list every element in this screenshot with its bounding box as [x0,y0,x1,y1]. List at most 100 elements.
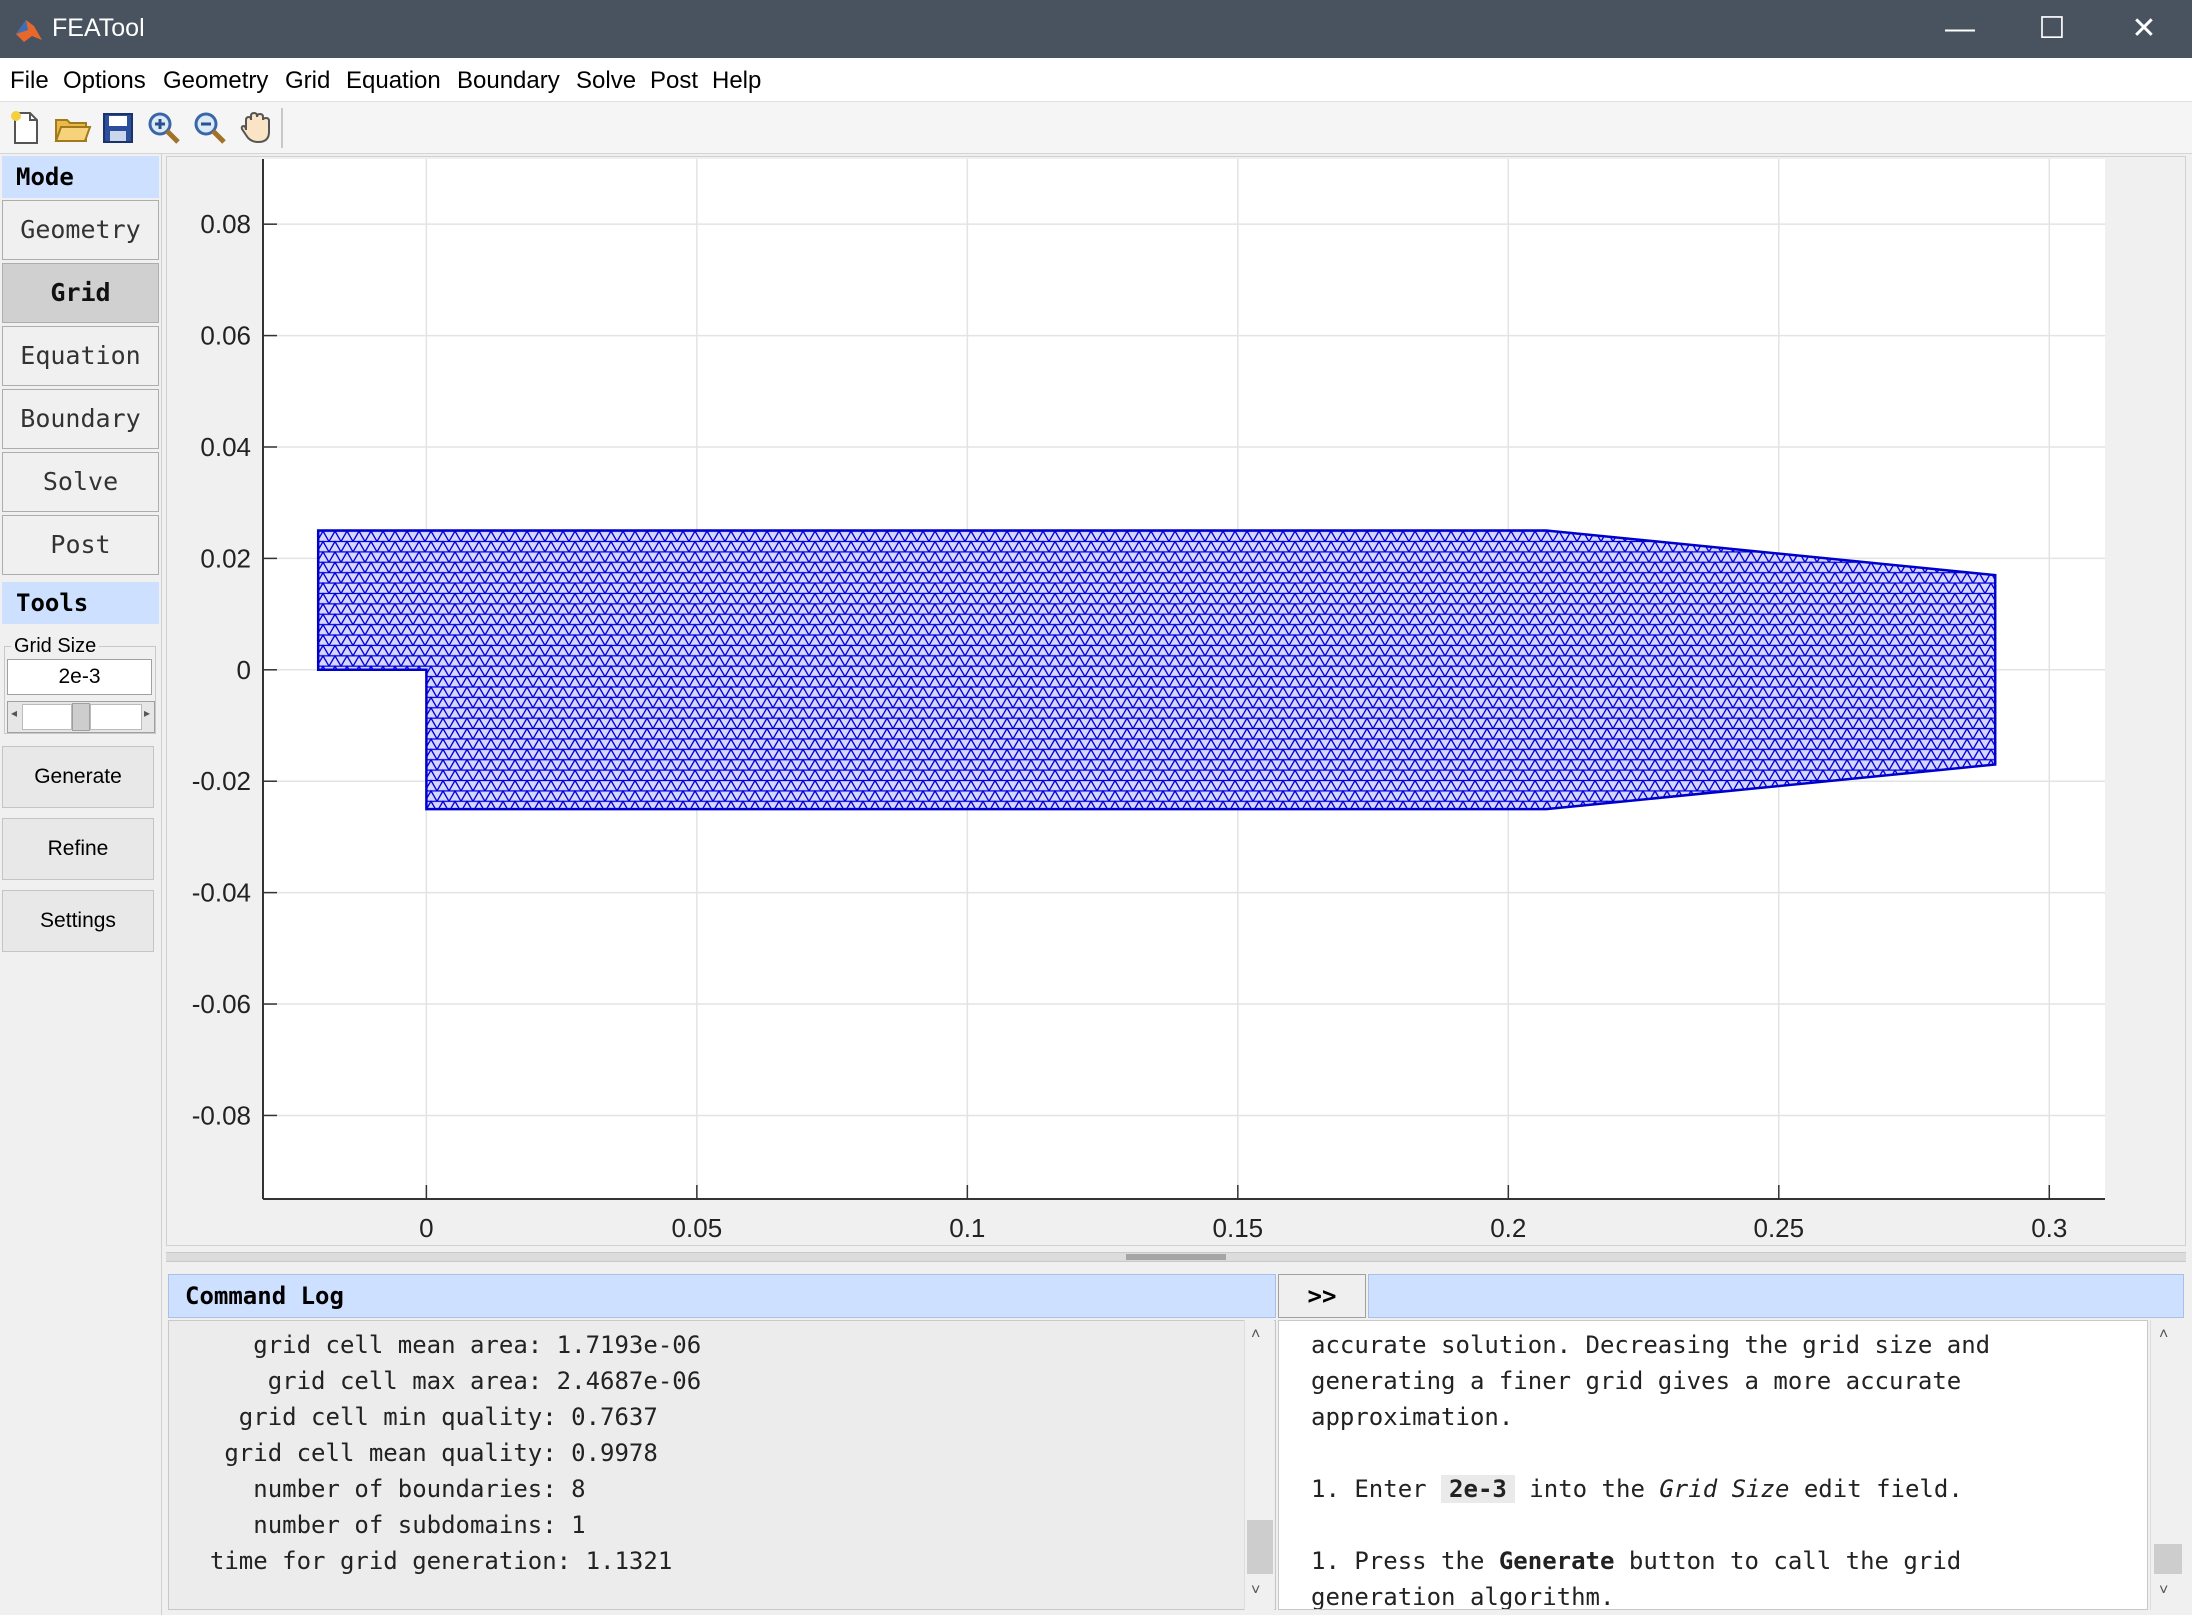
help-text: edit field. [1789,1475,1963,1503]
x-tick-label: 0.15 [1213,1213,1264,1243]
help-text: 1. Press the [1311,1547,1499,1575]
mode-solve-button[interactable]: Solve [2,452,159,512]
left-panel: Mode Geometry Grid Equation Boundary Sol… [0,154,162,1615]
slider-thumb[interactable] [72,703,90,731]
log-line: grid cell max area: 2.4687e-06 [181,1367,702,1395]
menu-file[interactable]: File [10,67,49,95]
featool-window: FEATool — ☐ ✕ File Options Geometry Grid… [0,0,2192,1615]
help-text-line: generation algorithm. [1311,1583,1615,1610]
menu-grid[interactable]: Grid [285,67,330,95]
mode-equation-button[interactable]: Equation [2,326,159,386]
pan-hand-icon[interactable] [236,108,276,148]
log-line: time for grid generation: 1.1321 [181,1547,673,1575]
y-tick-label: 0 [237,655,251,685]
help-step-generate: 1. Press the Generate button to call the… [1311,1547,1961,1575]
menu-post[interactable]: Post [650,67,698,95]
y-tick-label: 0.04 [200,432,251,462]
plot-panel: 0 0.05 0.1 0.15 0.2 0.25 0.3 0.08 0.06 0.04 0.02 0… [166,156,2186,1246]
zoom-in-icon[interactable] [144,108,184,148]
y-tick-label: -0.04 [192,878,251,908]
tools-header: Tools [2,582,159,624]
generate-button[interactable]: Generate [2,746,154,808]
toolbar-separator [281,108,283,148]
scrollbar-thumb[interactable] [1247,1520,1273,1574]
menu-help[interactable]: Help [712,67,761,95]
slider-right-arrow-icon[interactable]: ▸ [144,706,150,720]
log-line: grid cell mean area: 1.7193e-06 [181,1331,702,1359]
slider-track-right[interactable] [90,704,142,730]
menu-options[interactable]: Options [63,67,146,95]
log-line: number of subdomains: 1 [181,1511,586,1539]
y-tick-label: 0.02 [200,543,251,573]
x-tick-label: 0.25 [1753,1213,1804,1243]
command-log-body[interactable]: grid cell mean area: 1.7193e-06 grid cel… [168,1320,1276,1610]
mesh-plot[interactable]: 0 0.05 0.1 0.15 0.2 0.25 0.3 0.080.060.040.020… [167,157,2187,1247]
x-tick-label: 0.2 [1490,1213,1526,1243]
help-header [1368,1274,2184,1318]
grid-size-label: Grid Size [11,635,100,658]
grid-size-slider[interactable]: ◂ ▸ [7,701,155,733]
save-icon[interactable] [98,108,138,148]
help-bold: Generate [1498,1547,1615,1575]
y-tick-label: -0.08 [192,1100,251,1130]
help-emphasis: Grid Size [1659,1475,1790,1503]
slider-track-left[interactable] [22,704,72,730]
mode-header: Mode [2,156,159,198]
scroll-up-icon[interactable]: ˄ [2159,1326,2168,1344]
log-line: grid cell min quality: 0.7637 [181,1403,658,1431]
menu-boundary[interactable]: Boundary [457,67,560,95]
title-bar: FEATool — ☐ ✕ [0,0,2192,58]
settings-button[interactable]: Settings [2,890,154,952]
x-tick-labels: 0 0.05 0.1 0.15 0.2 0.25 0.3 [419,1213,2067,1243]
toolbar [0,102,2192,154]
mode-geometry-button[interactable]: Geometry [2,200,159,260]
zoom-out-icon[interactable] [190,108,230,148]
y-tick-label: -0.02 [192,766,251,796]
slider-left-arrow-icon[interactable]: ◂ [11,706,17,720]
minimize-button[interactable]: — [1914,0,2006,58]
expand-help-button[interactable]: >> [1278,1274,1366,1318]
help-text: button to call the grid [1614,1547,1962,1575]
help-text-line: accurate solution. Decreasing the grid s… [1311,1331,1991,1359]
open-folder-icon[interactable] [52,108,92,148]
menu-equation[interactable]: Equation [346,67,441,95]
command-log-header: Command Log [168,1274,1276,1318]
command-log-scrollbar[interactable]: ˄ ˅ [1244,1320,1274,1610]
splitter-grip[interactable] [1126,1254,1226,1260]
mode-post-button[interactable]: Post [2,515,159,575]
y-tick-label: 0.08 [200,209,251,239]
scrollbar-thumb[interactable] [2154,1544,2182,1574]
mode-boundary-button[interactable]: Boundary [2,389,159,449]
panel-splitter[interactable] [166,1252,2186,1262]
mesh-triangles [318,530,1996,810]
help-text-line: approximation. [1311,1403,1514,1431]
help-text-line: generating a finer grid gives a more acc… [1311,1367,1962,1395]
x-tick-label: 0.05 [672,1213,723,1243]
menu-geometry[interactable]: Geometry [163,67,268,95]
x-tick-label: 0 [419,1213,433,1243]
matlab-logo-icon [16,20,42,42]
help-text: into the [1514,1475,1660,1503]
log-line: number of boundaries: 8 [181,1475,586,1503]
help-code-value: 2e-3 [1441,1475,1515,1503]
mode-grid-button[interactable]: Grid [2,263,159,323]
scroll-down-icon[interactable]: ˅ [2159,1582,2168,1600]
scroll-down-icon[interactable]: ˅ [1251,1582,1260,1600]
scroll-up-icon[interactable]: ˄ [1251,1326,1260,1344]
help-body[interactable]: accurate solution. Decreasing the grid s… [1278,1320,2148,1610]
grid-size-input[interactable]: 2e-3 [7,659,152,695]
menu-solve[interactable]: Solve [576,67,636,95]
help-scrollbar[interactable]: ˄ ˅ [2150,1320,2184,1610]
log-line: grid cell mean quality: 0.9978 [181,1439,658,1467]
help-text: 1. Enter [1311,1475,1442,1503]
grid-size-group: Grid Size 2e-3 ◂ ▸ [4,635,156,734]
refine-button[interactable]: Refine [2,818,154,880]
x-tick-label: 0.1 [949,1213,985,1243]
y-tick-label: -0.06 [192,989,251,1019]
window-title: FEATool [52,14,145,42]
new-file-icon[interactable] [6,108,46,148]
maximize-button[interactable]: ☐ [2006,0,2098,58]
close-button[interactable]: ✕ [2098,0,2190,58]
y-tick-labels: 0.08 0.06 0.04 0.02 0 -0.02 -0.04 -0.06 -0.08 [192,209,251,1130]
y-tick-label: 0.06 [200,321,251,351]
